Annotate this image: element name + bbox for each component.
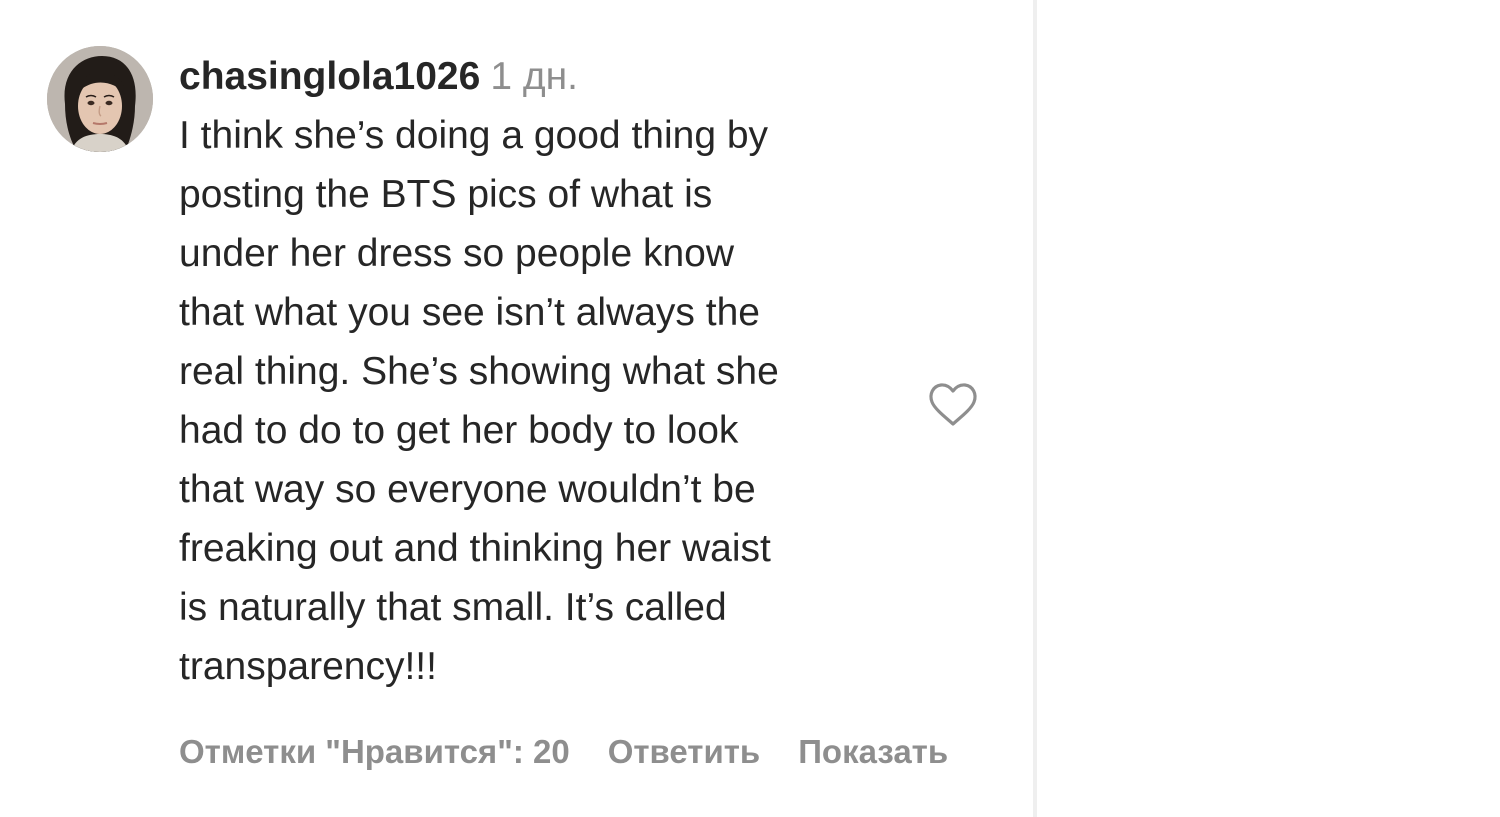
comment-actions: Отметки "Нравится": 20 Ответить Показать	[179, 728, 1033, 776]
comment-text-line: freaking out and thinking her waist	[179, 527, 771, 570]
comment-panel: chasinglola1026 1 дн. I think she’s doing…	[0, 0, 1033, 817]
reply-button[interactable]: Ответить	[608, 728, 761, 776]
comment-text-line: under her dress so people know	[179, 232, 735, 275]
comment-timestamp[interactable]: 1 дн.	[490, 55, 578, 98]
comment-text-line: posting the BTS pics of what is	[179, 173, 713, 216]
screenshot-canvas: chasinglola1026 1 дн. I think she’s doing…	[0, 0, 1500, 817]
comment-header: chasinglola1026 1 дн.	[179, 52, 909, 102]
comment-text-line: real thing. She’s showing what she	[179, 350, 779, 393]
avatar-image	[47, 46, 153, 152]
comment-text-line: transparency!!!	[179, 645, 437, 688]
show-translation-button[interactable]: Показать	[798, 728, 948, 776]
likes-count-button[interactable]: Отметки "Нравится": 20	[179, 728, 570, 776]
heart-icon-glyph	[929, 383, 977, 426]
comment-text-line: had to do to get her body to look	[179, 409, 739, 452]
comment-text-line: I think she’s doing a good thing by	[179, 114, 769, 157]
comment-text-line: that way so everyone wouldn’t be	[179, 468, 756, 511]
heart-icon[interactable]	[927, 380, 979, 430]
avatar[interactable]	[47, 46, 153, 152]
panel-divider	[1033, 0, 1037, 817]
username-link[interactable]: chasinglola1026	[179, 55, 480, 98]
comment-text-line: that what you see isn’t always the	[179, 291, 760, 334]
comment-text-line: is naturally that small. It’s called	[179, 586, 727, 629]
comment-text: I think she’s doing a good thing by post…	[179, 106, 909, 696]
comment-body: chasinglola1026 1 дн. I think she’s doing…	[179, 52, 909, 696]
